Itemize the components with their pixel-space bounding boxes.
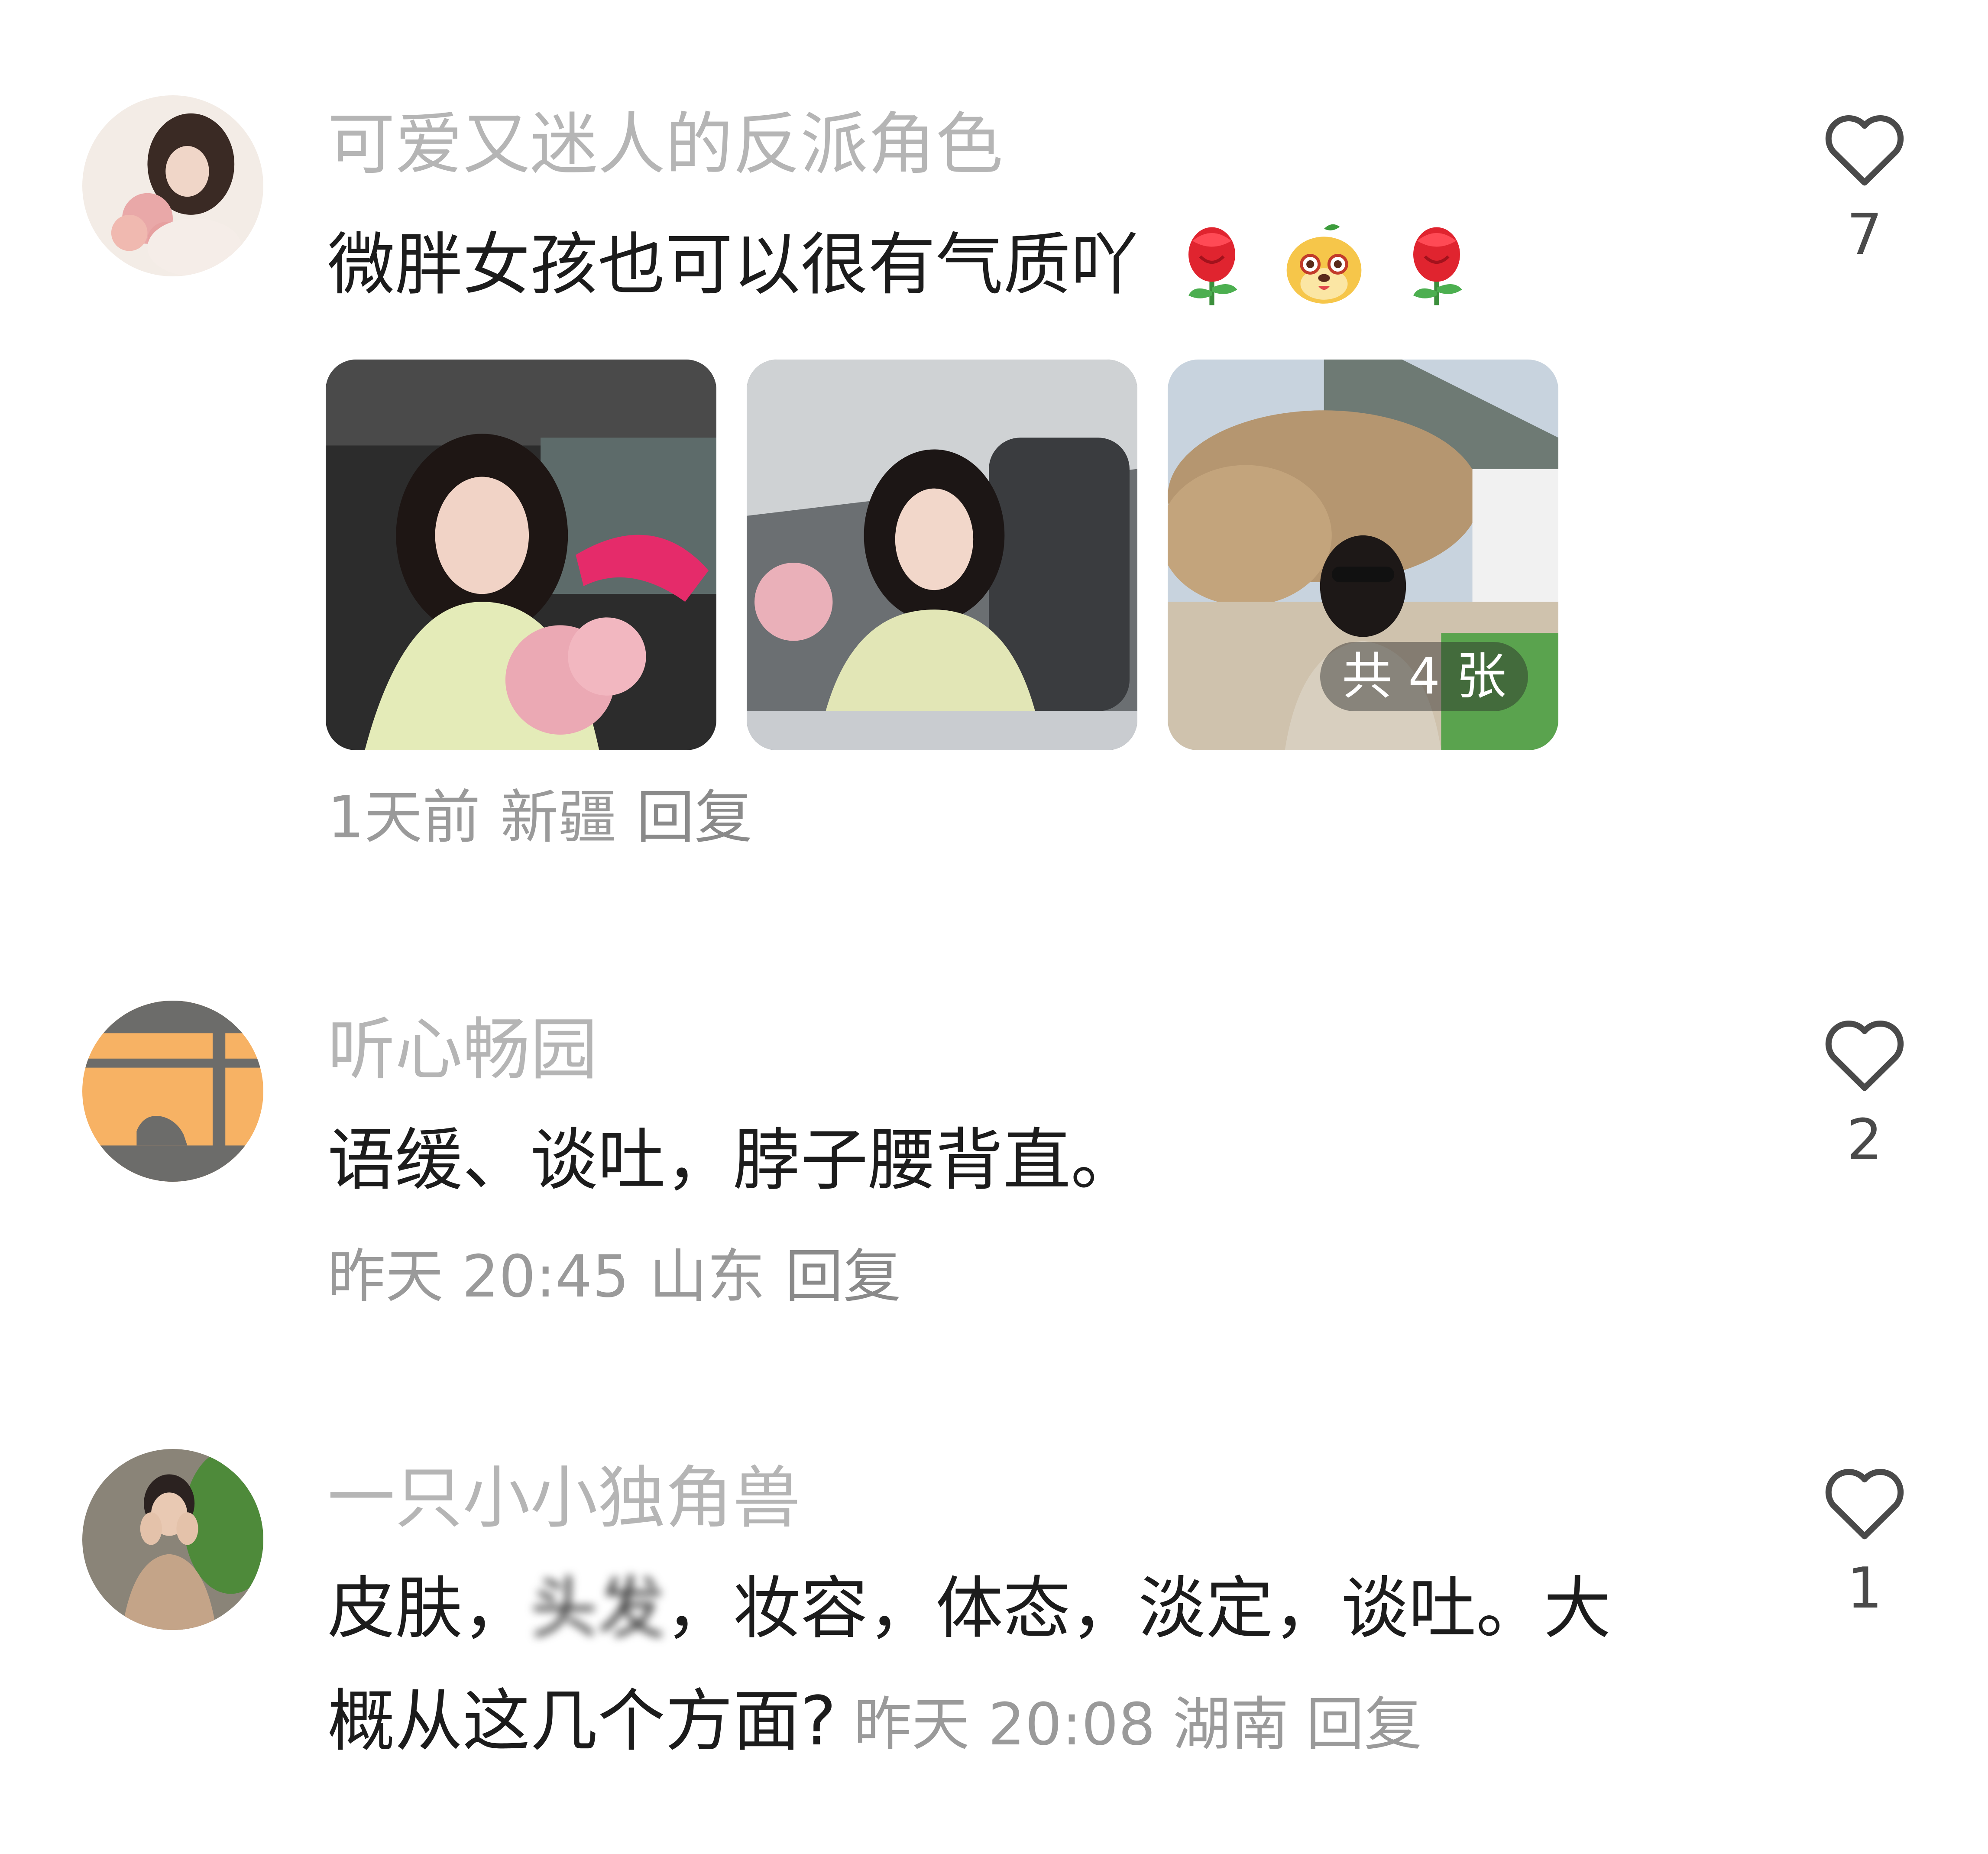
comment-location: 山东 — [649, 1243, 765, 1310]
blurred-word: 头发 — [530, 1569, 665, 1648]
reply-button[interactable]: 回复 — [636, 784, 752, 851]
like-button[interactable]: 1 — [1819, 1462, 1910, 1616]
comment-text: 微胖女孩也可以很有气质吖 — [327, 221, 1484, 318]
comment-meta: 昨天 20:45 山东 回复 — [327, 1248, 921, 1306]
like-count: 7 — [1846, 201, 1883, 267]
like-count: 1 — [1846, 1555, 1883, 1621]
comment-text-part: 皮肤， — [327, 1569, 530, 1648]
comment-meta: 1天前 新疆 回复 — [327, 788, 772, 846]
comment-photo[interactable] — [747, 360, 1137, 750]
username[interactable]: 一只小小独角兽 — [327, 1464, 800, 1532]
comment-text-content: 微胖女孩也可以很有气质吖 — [327, 225, 1138, 304]
heart-outline-icon — [1825, 115, 1904, 186]
photo-count-badge: 共 4 张 — [1320, 642, 1528, 711]
comment-text: 皮肤，头发，妆容，体态，淡定，谈吐。大 — [327, 1575, 1611, 1642]
username[interactable]: 听心畅园 — [327, 1016, 598, 1083]
emoji-row — [1173, 221, 1484, 318]
comment-time: 昨天 20:08 — [853, 1691, 1156, 1758]
username[interactable]: 可爱又迷人的反派角色 — [327, 110, 1003, 178]
rose-emoji-icon — [1173, 221, 1251, 318]
avatar[interactable] — [82, 1449, 263, 1630]
avatar[interactable] — [82, 1001, 263, 1182]
comment-text-part: ，妆容，体态，淡定，谈吐。大 — [665, 1569, 1611, 1648]
comment-text-part: 概从这几个方面? — [327, 1682, 836, 1760]
comment-location: 新疆 — [500, 784, 617, 851]
like-button[interactable]: 7 — [1819, 108, 1910, 263]
like-button[interactable]: 2 — [1819, 1014, 1910, 1168]
comment-meta: 昨天 20:08 湖南 回复 — [854, 1691, 1440, 1758]
reply-button[interactable]: 回复 — [785, 1243, 901, 1310]
avatar[interactable] — [82, 95, 263, 276]
comment-photo[interactable]: 共 4 张 — [1168, 360, 1558, 750]
comment-time: 昨天 20:45 — [327, 1243, 629, 1310]
comment-time: 1天前 — [327, 784, 481, 851]
heart-outline-icon — [1825, 1021, 1904, 1091]
rose-emoji-icon — [1398, 221, 1476, 318]
comment-text: 语缓、谈吐，脖子腰背直。 — [327, 1121, 1138, 1199]
comment-text-line-2: 概从这几个方面? 昨天 20:08 湖南 回复 — [327, 1687, 1440, 1755]
comment-photo[interactable] — [326, 360, 716, 750]
like-count: 2 — [1846, 1107, 1883, 1173]
comment-location: 湖南 — [1172, 1691, 1289, 1758]
reply-button[interactable]: 回复 — [1306, 1691, 1422, 1758]
dog-face-emoji-icon — [1281, 221, 1367, 318]
heart-outline-icon — [1825, 1469, 1904, 1540]
